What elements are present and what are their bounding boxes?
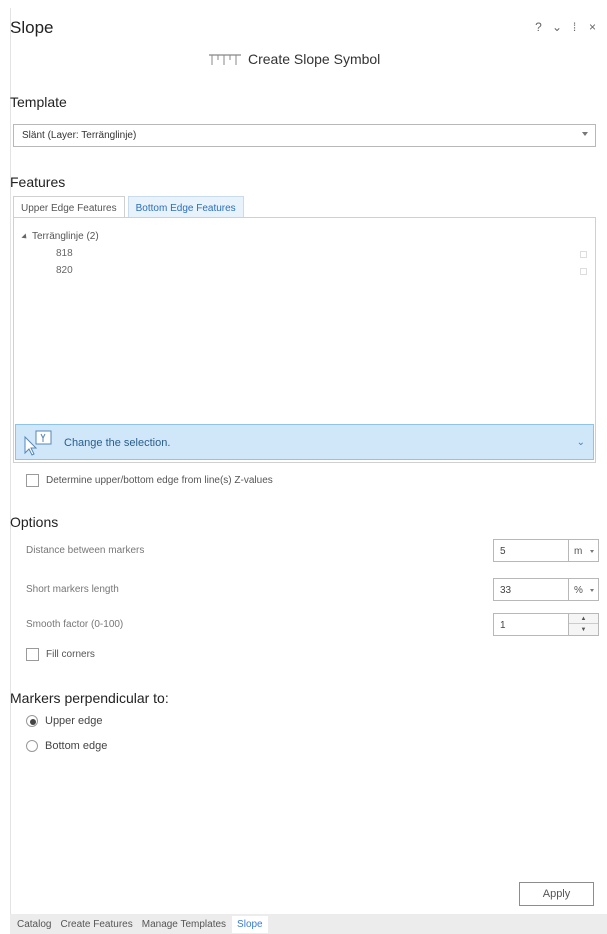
- tree-node-terranglinje[interactable]: Terränglinje (2): [21, 231, 99, 242]
- selection-message: Change the selection.: [64, 437, 171, 449]
- features-tabs: Upper Edge Features Bottom Edge Features: [13, 196, 244, 218]
- radio-bottom-edge[interactable]: Bottom edge: [26, 740, 107, 752]
- spinner-down-icon[interactable]: ▼: [569, 625, 598, 635]
- markers-perpendicular-heading: Markers perpendicular to:: [10, 690, 169, 706]
- short-markers-unit-dropdown[interactable]: %: [568, 578, 599, 601]
- smooth-factor-input[interactable]: 1: [493, 613, 570, 636]
- tree-node-label: Terränglinje (2): [32, 231, 99, 242]
- tab-manage-templates[interactable]: Manage Templates: [142, 919, 226, 930]
- tab-upper-edge-features[interactable]: Upper Edge Features: [13, 196, 125, 218]
- expand-triangle-icon[interactable]: [21, 232, 29, 241]
- fill-corners-checkbox-row[interactable]: Fill corners: [26, 648, 95, 661]
- distance-between-markers-input[interactable]: 5: [493, 539, 570, 562]
- selection-message-bar[interactable]: Change the selection. ⌄: [15, 424, 594, 460]
- smooth-factor-spinner[interactable]: ▲ ▼: [568, 613, 599, 636]
- create-slope-symbol-button[interactable]: Create Slope Symbol: [208, 51, 380, 67]
- tab-bottom-edge-features[interactable]: Bottom Edge Features: [127, 196, 244, 218]
- short-markers-length-label: Short markers length: [26, 584, 119, 595]
- radio-upper-edge[interactable]: Upper edge: [26, 715, 103, 727]
- help-button[interactable]: ?: [534, 20, 543, 34]
- template-dropdown-value: Slänt (Layer: Terränglinje): [22, 130, 137, 141]
- template-dropdown[interactable]: Slänt (Layer: Terränglinje): [13, 124, 596, 147]
- tree-leaf[interactable]: 818: [56, 248, 73, 259]
- features-tree: Terränglinje (2) 818 820 Change the sele…: [13, 217, 596, 463]
- fill-corners-checkbox[interactable]: [26, 648, 39, 661]
- distance-unit-value: m: [574, 546, 583, 557]
- select-cursor-icon: [24, 430, 52, 456]
- short-markers-unit-value: %: [574, 585, 583, 596]
- chevron-down-icon: [590, 550, 594, 553]
- features-heading: Features: [10, 174, 66, 190]
- radio-button-selected[interactable]: [26, 715, 38, 727]
- chevron-down-icon: [582, 132, 588, 136]
- radio-button[interactable]: [26, 740, 38, 752]
- tab-slope[interactable]: Slope: [232, 915, 268, 933]
- radio-bottom-edge-label: Bottom edge: [45, 740, 108, 752]
- tab-create-features[interactable]: Create Features: [60, 919, 132, 930]
- distance-unit-dropdown[interactable]: m: [568, 539, 599, 562]
- tree-leaf[interactable]: 820: [56, 265, 73, 276]
- chevron-down-icon[interactable]: ⌄: [577, 437, 585, 448]
- feature-table-icon[interactable]: [580, 268, 587, 275]
- pane-title: Slope: [10, 18, 54, 37]
- feature-table-icon[interactable]: [580, 251, 587, 258]
- close-button[interactable]: ×: [588, 20, 597, 34]
- determine-zvalues-checkbox[interactable]: [26, 474, 39, 487]
- bottom-pane-tabs: Catalog Create Features Manage Templates…: [10, 914, 607, 934]
- options-menu-button[interactable]: ⌄: [552, 20, 562, 34]
- pin-button[interactable]: ⁞: [570, 20, 579, 34]
- fill-corners-label: Fill corners: [46, 649, 95, 660]
- smooth-factor-label: Smooth factor (0-100): [26, 619, 124, 630]
- options-heading: Options: [10, 514, 59, 530]
- apply-button[interactable]: Apply: [519, 882, 594, 906]
- pane-window-controls: ? ⌄ ⁞ ×: [534, 20, 597, 34]
- distance-between-markers-label: Distance between markers: [26, 545, 145, 556]
- template-heading: Template: [10, 94, 67, 110]
- slope-symbol-icon: [209, 54, 241, 65]
- determine-zvalues-label: Determine upper/bottom edge from line(s)…: [46, 475, 273, 486]
- chevron-down-icon: [590, 589, 594, 592]
- tab-catalog[interactable]: Catalog: [17, 919, 51, 930]
- create-slope-symbol-label: Create Slope Symbol: [248, 51, 381, 67]
- spinner-up-icon[interactable]: ▲: [569, 614, 598, 624]
- determine-zvalues-checkbox-row[interactable]: Determine upper/bottom edge from line(s)…: [26, 474, 273, 487]
- short-markers-length-input[interactable]: 33: [493, 578, 570, 601]
- radio-upper-edge-label: Upper edge: [45, 715, 103, 727]
